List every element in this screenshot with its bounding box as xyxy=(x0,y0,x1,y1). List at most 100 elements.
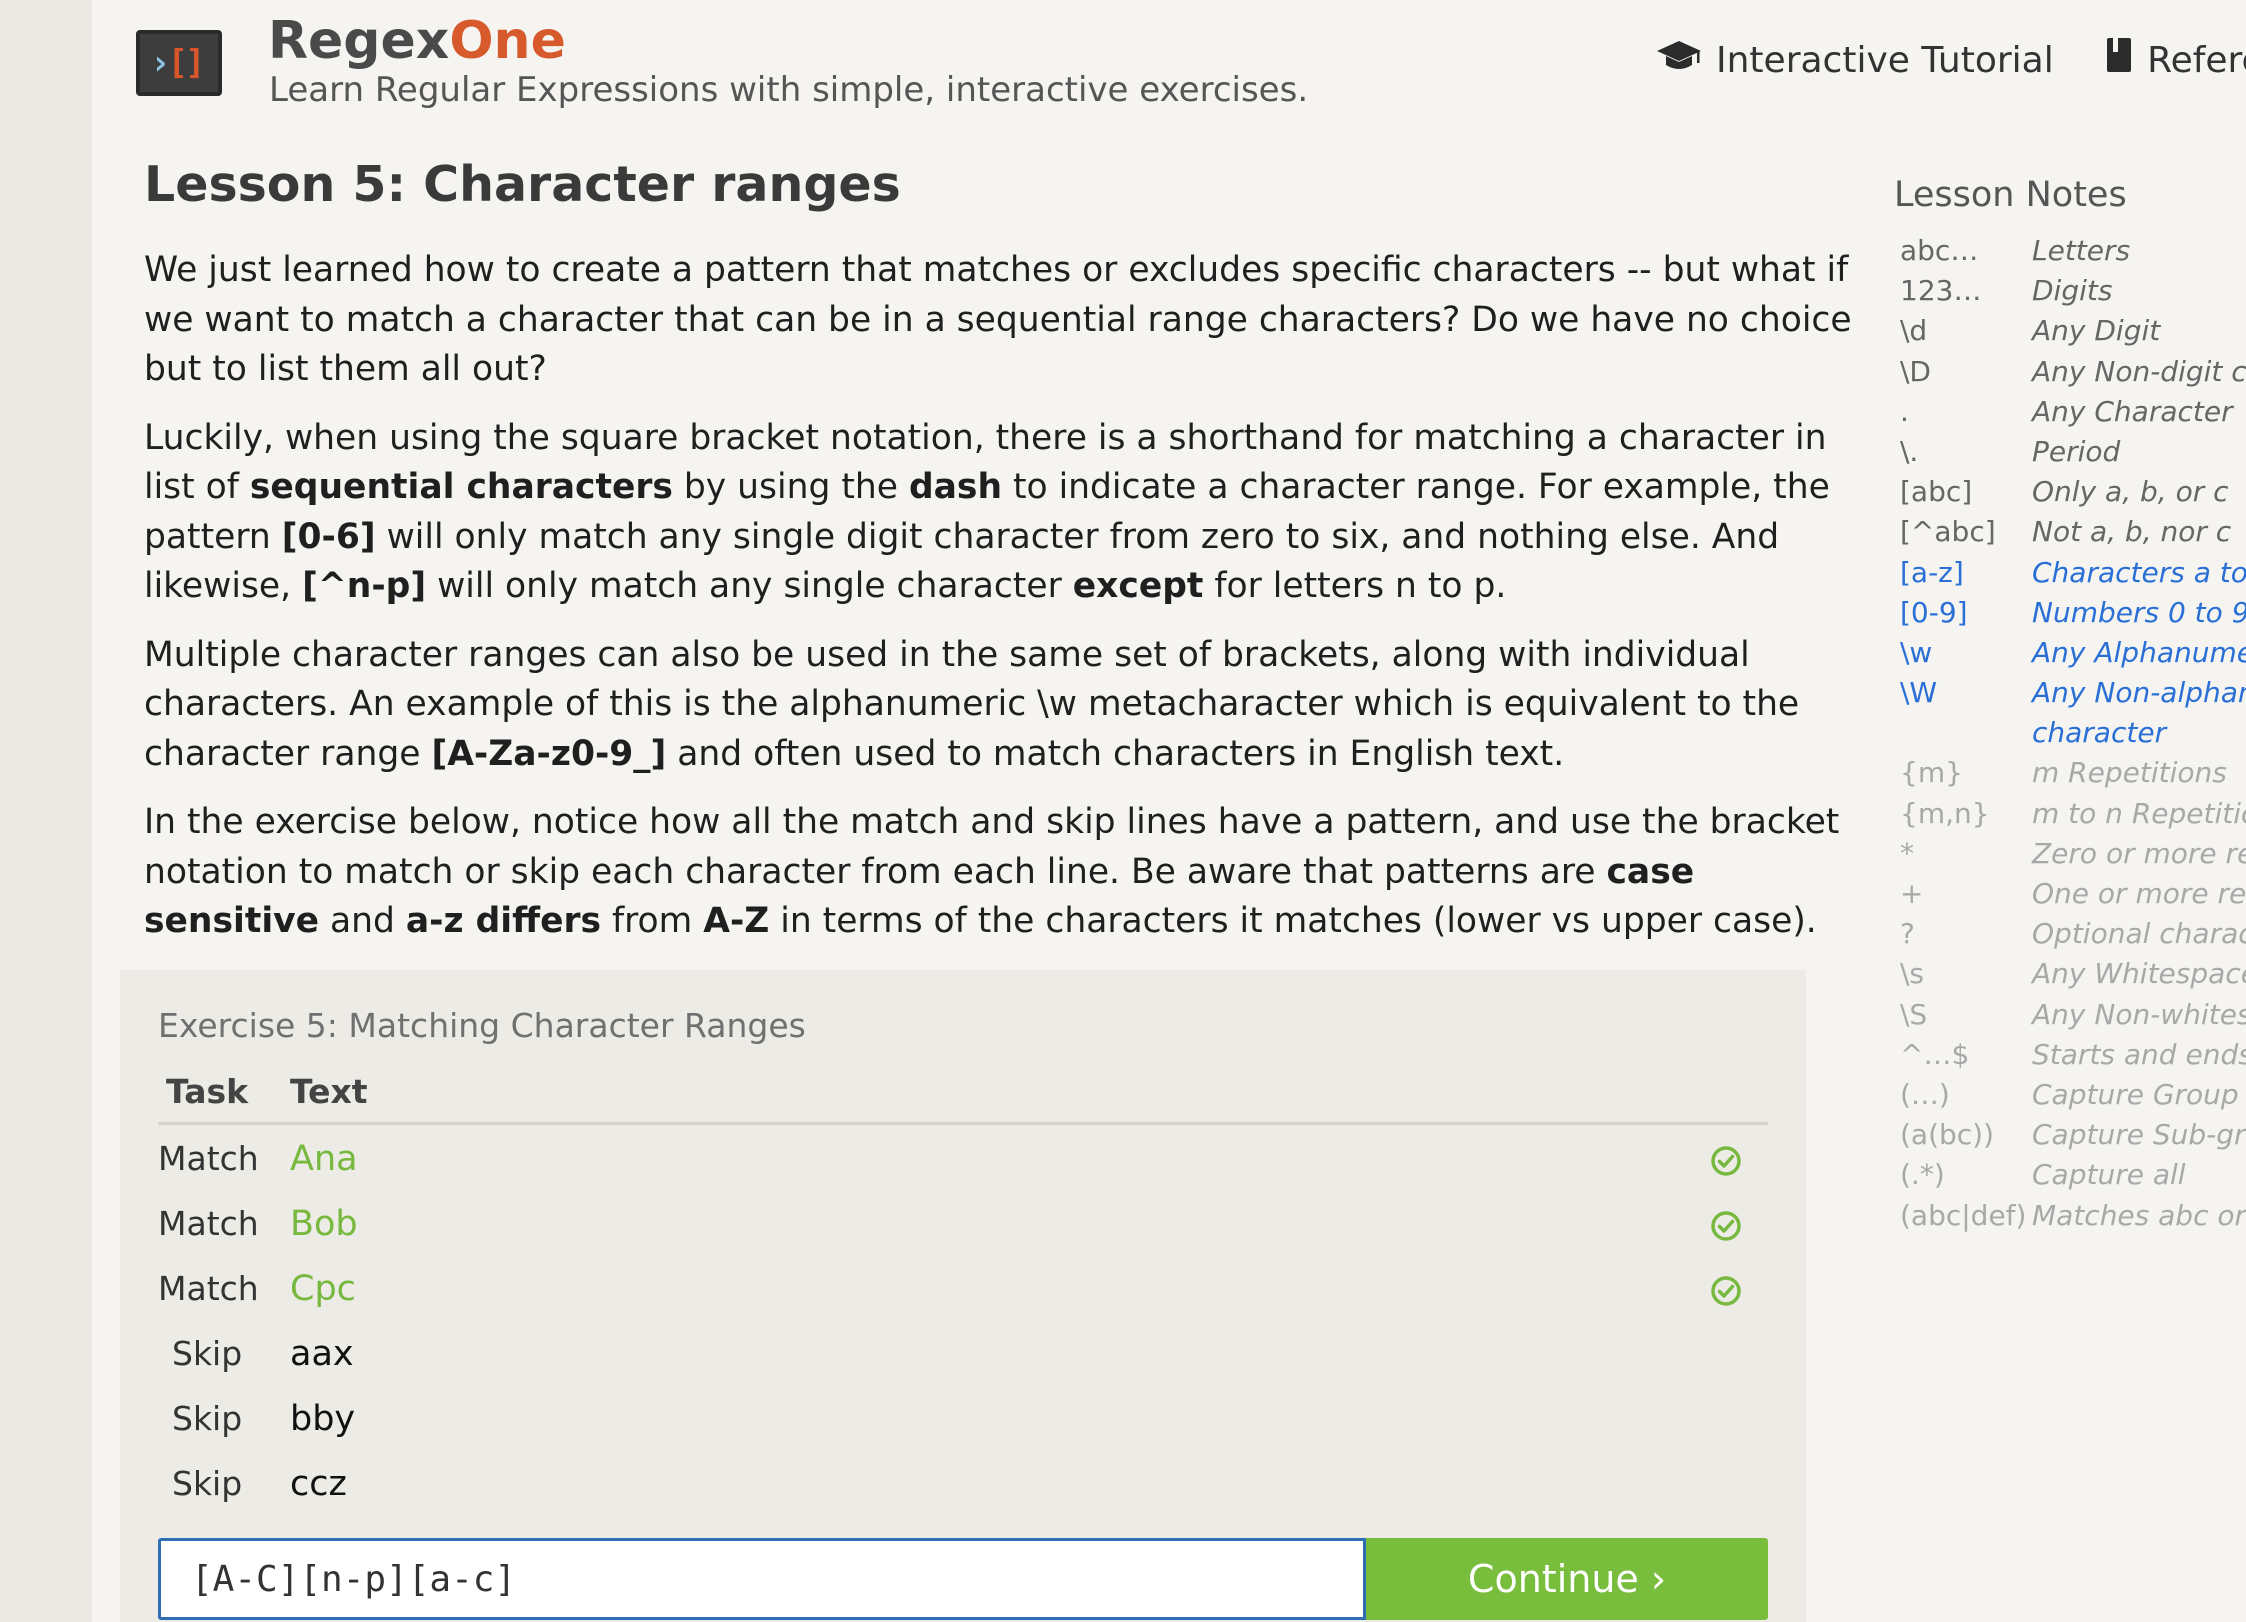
logo-icon[interactable]: ›[] xyxy=(136,30,222,96)
note-symbol: \s xyxy=(1900,957,1925,991)
nav-reference[interactable]: Reference xyxy=(2105,36,2246,88)
note-item[interactable]: ^…$ Starts and ends xyxy=(1894,1036,2246,1076)
nav-label: Reference xyxy=(2147,40,2246,81)
note-symbol: (.*) xyxy=(1900,1158,1945,1192)
lesson-notes-title: Lesson Notes xyxy=(1894,175,2127,215)
note-symbol: ^…$ xyxy=(1900,1037,1970,1071)
note-symbol: abc… xyxy=(1900,234,1979,267)
note-item[interactable]: (abc|def)Matches abc or d xyxy=(1894,1197,2246,1237)
note-symbol: * xyxy=(1900,836,1914,870)
note-description: Any Character xyxy=(2032,394,2233,428)
note-symbol: [0-9] xyxy=(1900,595,1968,629)
note-item[interactable]: (a(bc)) Capture Sub-grou xyxy=(1894,1116,2246,1156)
note-description: Digits xyxy=(2032,274,2113,308)
note-item[interactable]: abc… Letters xyxy=(1894,232,2246,272)
exercise-table: Task Text Match Ana Match Bob Match Cpc Skip aa… xyxy=(158,1066,1768,1515)
note-symbol: [abc] xyxy=(1900,475,1973,509)
note-description: Any Non-digit cha xyxy=(2032,354,2246,388)
note-symbol: \W xyxy=(1900,676,1938,710)
note-item[interactable]: + One or more repe xyxy=(1894,875,2246,915)
lesson-paragraph-4: In the exercise below, notice how all th… xyxy=(144,802,1840,941)
note-description: Not a, b, nor c xyxy=(2032,515,2232,549)
note-symbol: \w xyxy=(1900,635,1933,669)
note-item[interactable]: {m,n} m to n Repetitions xyxy=(1894,795,2246,835)
note-item[interactable]: (…) Capture Group xyxy=(1894,1076,2246,1116)
tagline: Learn Regular Expressions with simple, i… xyxy=(269,70,1309,110)
regex-input[interactable] xyxy=(158,1538,1366,1620)
note-item[interactable]: . Any Character xyxy=(1894,393,2246,433)
note-item[interactable]: \. Period xyxy=(1894,433,2246,473)
note-item[interactable]: \S Any Non-whitespa xyxy=(1894,996,2246,1036)
note-item[interactable]: [^abc] Not a, b, nor c xyxy=(1894,513,2246,553)
exercise-panel: Exercise 5: Matching Character Ranges Ta… xyxy=(120,970,1806,1622)
continue-button[interactable]: Continue › xyxy=(1366,1538,1768,1620)
note-item[interactable]: character xyxy=(1894,714,2246,754)
note-description: m to n Repetitions xyxy=(2032,796,2246,830)
note-description: Starts and ends xyxy=(2032,1037,2246,1071)
brand-regex: Regex xyxy=(268,11,450,71)
note-description: m Repetitions xyxy=(2032,756,2227,790)
note-item[interactable]: \d Any Digit xyxy=(1894,312,2246,352)
row-task: Skip xyxy=(172,1399,243,1438)
row-text: Cpc xyxy=(290,1269,356,1309)
note-description: Letters xyxy=(2032,234,2131,267)
note-symbol: . xyxy=(1900,394,1909,428)
exercise-title: Exercise 5: Matching Character Ranges xyxy=(158,1006,806,1045)
row-text: Bob xyxy=(290,1204,358,1244)
table-row: Match Ana xyxy=(158,1125,1768,1190)
note-description: Only a, b, or c xyxy=(2032,475,2229,509)
note-description: Any Whitespace xyxy=(2032,957,2246,991)
note-description: Optional characte xyxy=(2032,917,2246,951)
note-symbol: (…) xyxy=(1900,1077,1950,1111)
row-task: Match xyxy=(158,1269,259,1308)
exercise-table-header: Task Text xyxy=(158,1066,1768,1125)
note-symbol: \. xyxy=(1900,434,1919,468)
note-description: Characters a to z xyxy=(2032,555,2246,589)
note-item[interactable]: [0-9] Numbers 0 to 9 xyxy=(1894,594,2246,634)
note-description: character xyxy=(2032,716,2167,750)
note-item[interactable]: [a-z] Characters a to z xyxy=(1894,554,2246,594)
nav-interactive-tutorial[interactable]: Interactive Tutorial xyxy=(1656,36,2054,87)
lesson-paragraph-1: We just learned how to create a pattern … xyxy=(144,250,1852,389)
table-row: Match Bob xyxy=(158,1190,1768,1255)
note-description: Numbers 0 to 9 xyxy=(2032,595,2246,629)
note-item[interactable]: \W Any Non-alphanum xyxy=(1894,674,2246,714)
note-item[interactable]: \D Any Non-digit cha xyxy=(1894,353,2246,393)
nav-label: Interactive Tutorial xyxy=(1716,40,2054,81)
note-description: Any Alphanumeric xyxy=(2032,635,2246,669)
table-row: Match Cpc xyxy=(158,1255,1768,1320)
table-row: Skip aax xyxy=(158,1320,1768,1385)
note-symbol: [a-z] xyxy=(1900,555,1964,589)
note-item[interactable]: (.*) Capture all xyxy=(1894,1156,2246,1196)
row-text: aax xyxy=(290,1334,354,1374)
note-description: Capture all xyxy=(2032,1158,2186,1192)
note-symbol: + xyxy=(1900,877,1924,910)
lesson-content: Lesson 5: Character ranges We just learn… xyxy=(144,152,1874,966)
note-description: Capture Sub-grou xyxy=(2032,1118,2246,1152)
note-description: Zero or more rep xyxy=(2032,836,2246,870)
lesson-title: Lesson 5: Character ranges xyxy=(144,156,901,213)
lesson-paragraph-2: Luckily, when using the square bracket n… xyxy=(144,417,1830,607)
graduation-cap-icon xyxy=(1656,37,1702,87)
note-symbol: {m,n} xyxy=(1900,796,1990,830)
note-item[interactable]: \s Any Whitespace xyxy=(1894,955,2246,995)
book-icon xyxy=(2105,36,2133,88)
table-row: Skip ccz xyxy=(158,1450,1768,1515)
lesson-paragraph-3: Multiple character ranges can also be us… xyxy=(144,634,1800,774)
column-task: Task xyxy=(166,1072,249,1111)
brand-one: One xyxy=(449,11,566,71)
row-task: Match xyxy=(158,1204,259,1243)
note-item[interactable]: {m} m Repetitions xyxy=(1894,754,2246,794)
note-item[interactable]: * Zero or more rep xyxy=(1894,835,2246,875)
note-item[interactable]: ? Optional characte xyxy=(1894,915,2246,955)
note-item[interactable]: 123… Digits xyxy=(1894,272,2246,312)
note-item[interactable]: [abc] Only a, b, or c xyxy=(1894,473,2246,513)
note-symbol: \D xyxy=(1900,354,1931,388)
note-item[interactable]: \w Any Alphanumeric xyxy=(1894,634,2246,674)
note-symbol: 123… xyxy=(1900,274,1982,308)
row-task: Match xyxy=(158,1139,259,1178)
top-nav: Interactive Tutorial Reference xyxy=(1656,36,2246,88)
note-description: Any Non-whitespa xyxy=(2032,997,2246,1031)
row-text: ccz xyxy=(290,1464,347,1504)
brand-title[interactable]: RegexOne xyxy=(268,10,566,72)
